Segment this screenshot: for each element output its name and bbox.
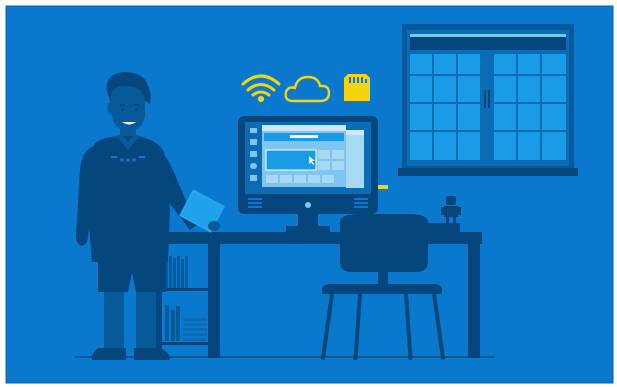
illustration [0,0,617,387]
sd-card-icon [344,74,370,101]
window [398,24,578,176]
hand [208,221,220,231]
